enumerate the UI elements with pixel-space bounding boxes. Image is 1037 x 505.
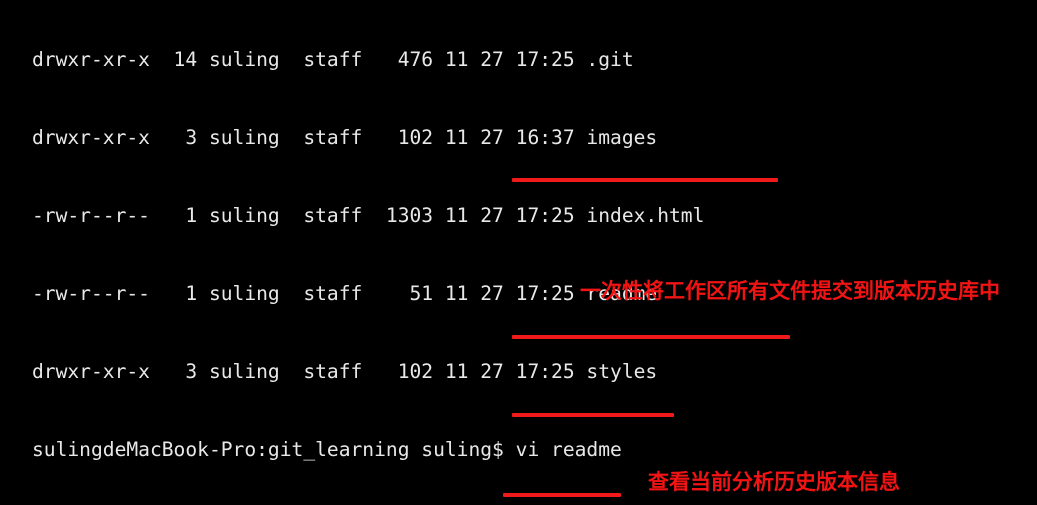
underline-commit-am bbox=[512, 335, 790, 339]
terminal-line-cmd-vi: sulingdeMacBook-Pro:git_learning suling$… bbox=[32, 438, 622, 461]
terminal-line-ls-images: drwxr-xr-x 3 suling staff 102 11 27 16:3… bbox=[32, 126, 658, 149]
annotation-git-log: 查看当前分析历史版本信息 bbox=[648, 470, 900, 494]
annotation-commit-am: 一次性将工作区所有文件提交到版本历史库中 bbox=[580, 279, 1000, 303]
underline-branch-av bbox=[512, 413, 674, 417]
terminal-window[interactable]: drwxr-xr-x 14 suling staff 476 11 27 17:… bbox=[0, 0, 1037, 505]
terminal-output: drwxr-xr-x 14 suling staff 476 11 27 17:… bbox=[32, 0, 799, 505]
terminal-line-ls-index: -rw-r--r-- 1 suling staff 1303 11 27 17:… bbox=[32, 204, 705, 227]
underline-git-log bbox=[503, 493, 621, 497]
underline-commit-m bbox=[512, 178, 778, 182]
terminal-line-ls-git: drwxr-xr-x 14 suling staff 476 11 27 17:… bbox=[32, 48, 634, 71]
terminal-line-ls-styles: drwxr-xr-x 3 suling staff 102 11 27 17:2… bbox=[32, 360, 658, 383]
